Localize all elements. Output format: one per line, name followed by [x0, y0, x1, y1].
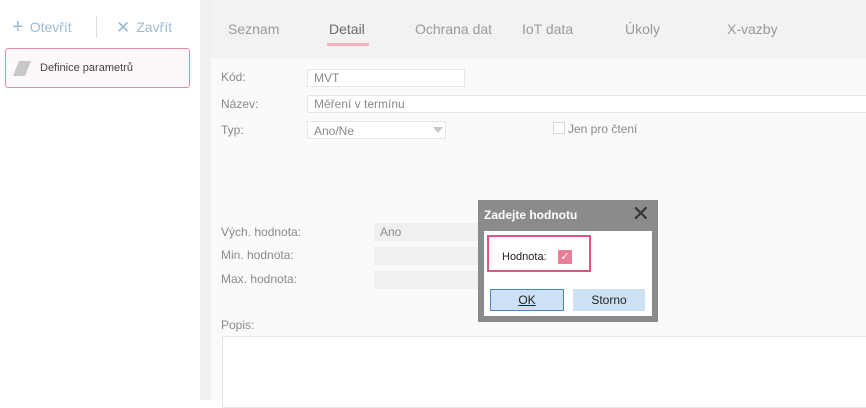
tab-ochrana-dat[interactable]: Ochrana dat [415, 21, 492, 37]
tree-item-parameter-definitions[interactable]: Definice parametrů [5, 48, 190, 88]
nazev-input[interactable] [307, 95, 866, 113]
hodnota-checkbox[interactable]: ✓ [558, 250, 572, 264]
plus-icon: + [12, 16, 24, 38]
cancel-button[interactable]: Storno [573, 289, 645, 311]
nazev-label: Název: [221, 97, 259, 111]
leaf-icon [12, 60, 32, 76]
close-button-label: Zavřít [136, 19, 173, 35]
tree-item-label: Definice parametrů [40, 62, 133, 74]
left-panel: + Otevřít ✕ Zavřít Definice parametrů [0, 0, 200, 400]
tab-seznam[interactable]: Seznam [228, 21, 279, 37]
dialog-title: Zadejte hodnotu [484, 208, 578, 222]
value-dialog: Zadejte hodnotu ✕ Hodnota: ✓ OK Storno [478, 200, 658, 322]
min-hodnota-label: Min. hodnota: [221, 248, 294, 262]
max-hodnota-label: Max. hodnota: [221, 272, 298, 286]
x-icon: ✕ [116, 17, 131, 37]
open-button[interactable]: + Otevřít [12, 15, 72, 39]
readonly-checkbox[interactable] [553, 122, 565, 134]
dialog-body: Hodnota: ✓ OK Storno [484, 231, 652, 316]
readonly-label: Jen pro čtení [568, 122, 638, 136]
tab-x-vazby[interactable]: X-vazby [727, 21, 778, 37]
check-icon: ✓ [560, 251, 570, 263]
popis-label: Popis: [221, 318, 255, 332]
kod-label: Kód: [221, 70, 246, 84]
hodnota-label: Hodnota: [502, 251, 547, 263]
typ-select[interactable]: Ano/Ne [307, 121, 446, 139]
tab-detail[interactable]: Detail [327, 21, 369, 46]
max-hodnota-input[interactable] [374, 271, 484, 289]
kod-input[interactable] [307, 69, 465, 87]
typ-label: Typ: [221, 123, 244, 137]
ok-button[interactable]: OK [490, 289, 564, 311]
chevron-down-icon [433, 127, 443, 133]
toolbar-separator [96, 16, 97, 38]
splitter[interactable] [200, 0, 211, 400]
vych-hodnota-label: Vých. hodnota: [221, 225, 302, 239]
open-button-label: Otevřít [29, 19, 72, 35]
tab-ukoly[interactable]: Úkoly [625, 21, 660, 37]
close-button[interactable]: ✕ Zavřít [116, 15, 172, 39]
popis-textarea[interactable] [222, 336, 866, 408]
min-hodnota-input[interactable] [374, 247, 484, 265]
vych-hodnota-input[interactable] [374, 223, 484, 241]
tab-bar: Seznam Detail Ochrana dat IoT data Úkoly… [211, 0, 866, 58]
typ-select-value: Ano/Ne [314, 124, 355, 138]
tab-iot-data[interactable]: IoT data [522, 21, 573, 37]
close-icon[interactable]: ✕ [632, 202, 650, 226]
